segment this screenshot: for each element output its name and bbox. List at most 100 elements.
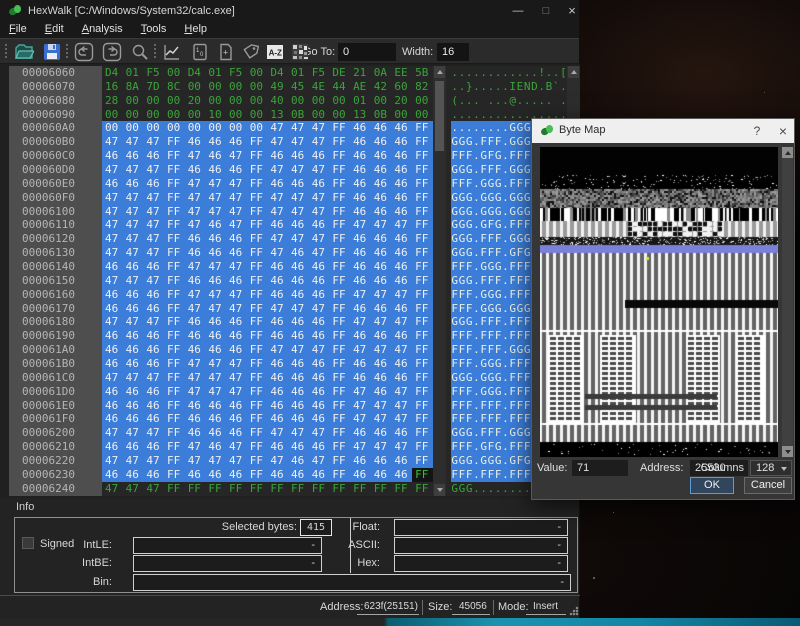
- ascii-char[interactable]: .: [502, 274, 509, 288]
- ascii-char[interactable]: F: [524, 274, 531, 288]
- hex-byte[interactable]: 47: [288, 232, 309, 246]
- hex-byte[interactable]: 0B: [371, 108, 392, 122]
- hex-byte[interactable]: 47: [350, 315, 371, 329]
- ascii-char[interactable]: .: [473, 371, 480, 385]
- hex-byte[interactable]: 7D: [143, 80, 164, 94]
- ascii-char[interactable]: .: [473, 108, 480, 122]
- tags-icon[interactable]: [241, 42, 261, 62]
- ascii-char[interactable]: F: [516, 399, 523, 413]
- ascii-char[interactable]: G: [466, 191, 473, 205]
- hex-byte[interactable]: FF: [329, 135, 350, 149]
- hex-byte[interactable]: 47: [371, 288, 392, 302]
- hex-byte[interactable]: 46: [309, 371, 330, 385]
- hex-byte[interactable]: FF: [247, 177, 268, 191]
- ascii-char[interactable]: G: [516, 191, 523, 205]
- hex-byte[interactable]: 46: [123, 385, 144, 399]
- hex-scrollbar[interactable]: [433, 66, 446, 496]
- hex-byte[interactable]: 47: [391, 218, 412, 232]
- ascii-char[interactable]: F: [466, 440, 473, 454]
- hex-byte[interactable]: FF: [412, 135, 433, 149]
- ascii-char[interactable]: .: [502, 66, 509, 80]
- hex-byte[interactable]: FF: [412, 260, 433, 274]
- ascii-char[interactable]: .: [473, 426, 480, 440]
- hex-byte[interactable]: 47: [309, 163, 330, 177]
- hex-byte[interactable]: 46: [185, 135, 206, 149]
- hex-byte[interactable]: 46: [226, 412, 247, 426]
- ascii-char[interactable]: !: [538, 66, 545, 80]
- ascii-char[interactable]: F: [487, 246, 494, 260]
- ascii-char[interactable]: F: [495, 426, 502, 440]
- ascii-char[interactable]: .: [502, 163, 509, 177]
- hex-byte[interactable]: 47: [371, 440, 392, 454]
- ascii-char[interactable]: F: [495, 399, 502, 413]
- float-field[interactable]: -: [394, 519, 568, 536]
- ascii-char[interactable]: .: [502, 357, 509, 371]
- hex-byte[interactable]: 47: [309, 426, 330, 440]
- ascii-char[interactable]: F: [516, 329, 523, 343]
- ascii-char[interactable]: F: [516, 468, 523, 482]
- ascii-char[interactable]: .: [502, 94, 509, 108]
- ascii-char[interactable]: G: [495, 260, 502, 274]
- ascii-char[interactable]: G: [466, 163, 473, 177]
- hex-byte[interactable]: 47: [288, 163, 309, 177]
- hex-byte[interactable]: 47: [185, 218, 206, 232]
- hex-byte[interactable]: 47: [143, 135, 164, 149]
- ascii-char[interactable]: .: [495, 66, 502, 80]
- hex-byte[interactable]: 47: [288, 302, 309, 316]
- ascii-char[interactable]: [: [560, 66, 567, 80]
- hex-byte[interactable]: 47: [309, 302, 330, 316]
- ascii-char[interactable]: F: [466, 343, 473, 357]
- ascii-char[interactable]: .: [473, 163, 480, 177]
- ascii-char[interactable]: F: [509, 177, 516, 191]
- hex-byte[interactable]: 47: [309, 343, 330, 357]
- new-document-icon[interactable]: +: [216, 42, 236, 62]
- hex-byte[interactable]: 46: [391, 371, 412, 385]
- ascii-char[interactable]: F: [516, 274, 523, 288]
- ascii-char[interactable]: .: [502, 385, 509, 399]
- hex-byte[interactable]: 01: [288, 66, 309, 80]
- hex-byte[interactable]: 00: [412, 108, 433, 122]
- hex-byte[interactable]: FF: [247, 399, 268, 413]
- ascii-char[interactable]: .: [473, 412, 480, 426]
- hex-byte[interactable]: FF: [412, 121, 433, 135]
- ascii-char[interactable]: F: [524, 412, 531, 426]
- hex-byte[interactable]: 46: [123, 177, 144, 191]
- hex-byte[interactable]: 46: [267, 371, 288, 385]
- hex-byte[interactable]: 46: [288, 385, 309, 399]
- hex-byte[interactable]: 46: [371, 246, 392, 260]
- ascii-char[interactable]: .: [473, 274, 480, 288]
- ascii-char[interactable]: G: [480, 177, 487, 191]
- hex-byte[interactable]: 46: [371, 260, 392, 274]
- hex-byte[interactable]: 47: [102, 246, 123, 260]
- ascii-char[interactable]: F: [458, 343, 465, 357]
- ascii-char[interactable]: G: [524, 163, 531, 177]
- hex-byte[interactable]: 47: [226, 357, 247, 371]
- ascii-char[interactable]: F: [516, 357, 523, 371]
- hex-byte[interactable]: 46: [371, 302, 392, 316]
- hex-byte[interactable]: 47: [143, 218, 164, 232]
- ascii-char[interactable]: .: [473, 232, 480, 246]
- hex-byte[interactable]: 47: [371, 343, 392, 357]
- hex-byte[interactable]: 46: [205, 343, 226, 357]
- ascii-char[interactable]: .: [502, 343, 509, 357]
- ascii-char[interactable]: .: [502, 399, 509, 413]
- hex-byte[interactable]: FF: [164, 454, 185, 468]
- ascii-char[interactable]: F: [524, 357, 531, 371]
- ascii-char[interactable]: .: [487, 80, 494, 94]
- hex-byte[interactable]: 82: [412, 80, 433, 94]
- ascii-char[interactable]: G: [495, 191, 502, 205]
- ascii-char[interactable]: G: [458, 135, 465, 149]
- dialog-close-button[interactable]: ×: [770, 119, 796, 143]
- hex-byte[interactable]: 47: [267, 343, 288, 357]
- ascii-char[interactable]: G: [487, 454, 494, 468]
- hex-byte[interactable]: 47: [143, 246, 164, 260]
- ascii-char[interactable]: F: [480, 274, 487, 288]
- hex-byte[interactable]: FF: [247, 412, 268, 426]
- hex-byte[interactable]: 46: [350, 274, 371, 288]
- ascii-char[interactable]: F: [458, 412, 465, 426]
- hex-byte[interactable]: 46: [205, 163, 226, 177]
- ascii-char[interactable]: .: [502, 218, 509, 232]
- hex-byte[interactable]: 47: [123, 426, 144, 440]
- ascii-char[interactable]: F: [509, 315, 516, 329]
- ascii-char[interactable]: G: [466, 454, 473, 468]
